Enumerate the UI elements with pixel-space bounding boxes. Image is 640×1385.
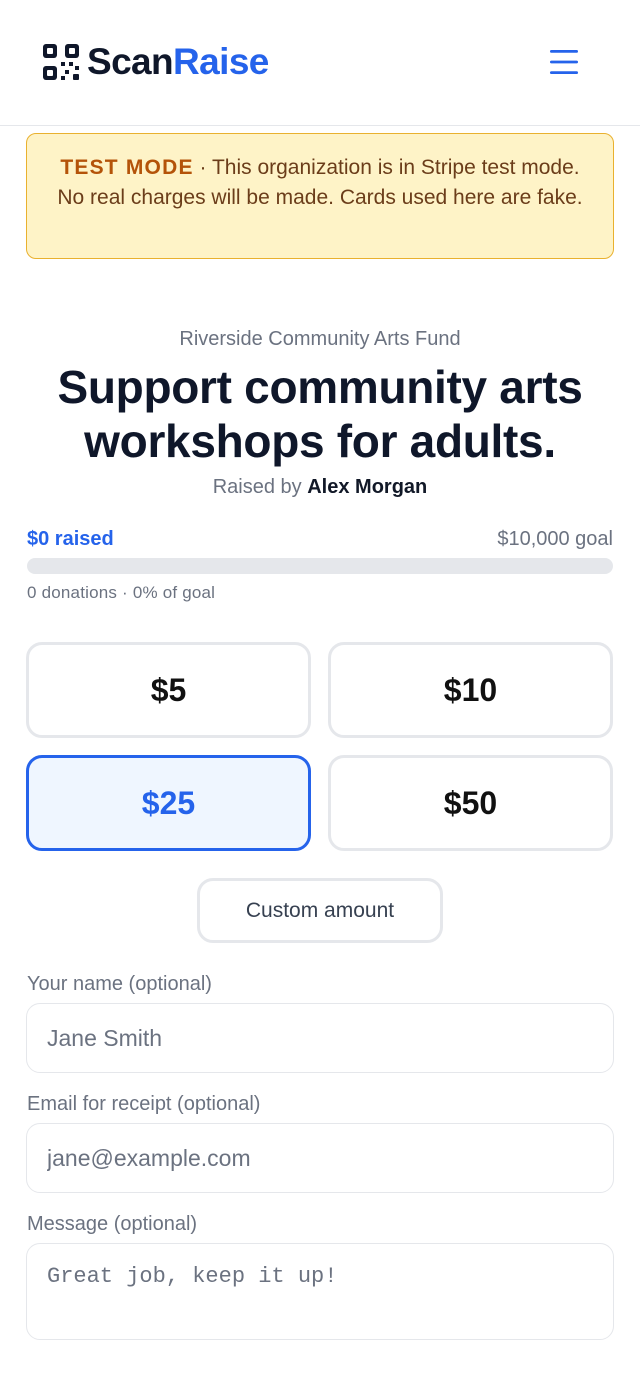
amount-option-10[interactable]: $10: [328, 642, 613, 738]
qr-code-icon: [43, 44, 79, 80]
amount-option-5[interactable]: $5: [26, 642, 311, 738]
amount-option-25[interactable]: $25: [26, 755, 311, 851]
email-label: Email for receipt (optional): [27, 1093, 261, 1115]
test-mode-tag: TEST MODE: [60, 156, 194, 179]
banner-separator: ·: [193, 156, 212, 179]
campaign-title: Support community arts workshops for adu…: [57, 361, 583, 467]
goal-amount: $10,000 goal: [497, 528, 613, 550]
raised-by-prefix: Raised by: [212, 476, 302, 498]
brand-logo[interactable]: ScanRaise: [42, 42, 269, 82]
hamburger-menu-icon[interactable]: [549, 48, 579, 76]
progress-bar: [27, 558, 613, 574]
donation-stats: 0 donations · 0% of goal: [27, 583, 216, 602]
raised-by-name: Alex Morgan: [307, 476, 428, 498]
email-input[interactable]: [26, 1123, 614, 1193]
raised-by-line: Raised by Alex Morgan: [0, 473, 640, 501]
message-textarea[interactable]: [26, 1243, 614, 1340]
name-input[interactable]: [26, 1003, 614, 1073]
brand-name-part1: Scan: [87, 41, 174, 82]
brand-name-part2: Raise: [173, 41, 269, 82]
test-mode-banner: TEST MODE · This organization is in Stri…: [26, 133, 614, 259]
organization-name: Riverside Community Arts Fund: [179, 328, 461, 350]
amount-option-50[interactable]: $50: [328, 755, 613, 851]
custom-amount-button[interactable]: Custom amount: [197, 878, 443, 943]
app-header: ScanRaise: [0, 0, 640, 126]
name-label: Your name (optional): [27, 973, 212, 995]
brand-name: ScanRaise: [87, 42, 269, 82]
amount-raised: $0 raised: [27, 528, 114, 550]
message-label: Message (optional): [27, 1213, 198, 1235]
